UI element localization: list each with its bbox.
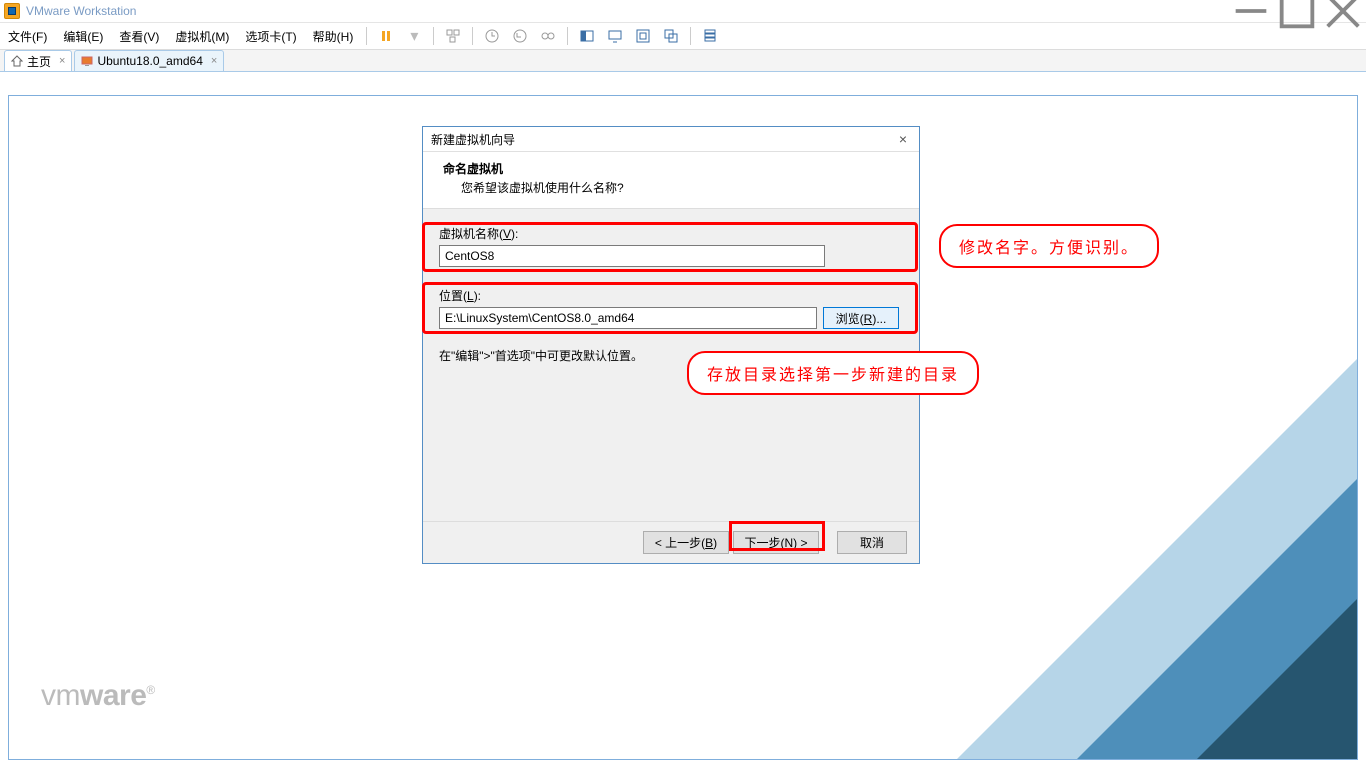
vm-name-input[interactable] [439, 245, 825, 267]
tab-vm1[interactable]: Ubuntu18.0_amd64 × [74, 50, 224, 71]
wizard-header-subtitle: 您希望该虚拟机使用什么名称? [461, 179, 899, 196]
menu-tabs[interactable]: 选项卡(T) [237, 23, 304, 49]
menu-help[interactable]: 帮助(H) [305, 23, 362, 49]
close-button[interactable] [1320, 0, 1366, 23]
dropdown-icon[interactable]: ▾ [403, 25, 425, 47]
menu-edit[interactable]: 编辑(E) [55, 23, 111, 49]
maximize-button[interactable] [1274, 0, 1320, 23]
revert-snapshot-icon[interactable] [509, 25, 531, 47]
tab-vm1-label: Ubuntu18.0_amd64 [97, 54, 202, 68]
fullscreen-icon[interactable] [632, 25, 654, 47]
close-icon[interactable]: × [59, 55, 65, 67]
browse-button[interactable]: 浏览(R)... [823, 307, 899, 329]
close-icon[interactable]: × [211, 55, 217, 67]
console-view-icon[interactable] [604, 25, 626, 47]
menu-view[interactable]: 查看(V) [111, 23, 167, 49]
app-icon [4, 3, 20, 19]
wizard-header-title: 命名虚拟机 [443, 160, 899, 177]
send-ctrl-alt-del-icon[interactable] [442, 25, 464, 47]
annotation-bubble-location: 存放目录选择第一步新建的目录 [687, 351, 979, 395]
back-button[interactable]: < 上一步(B) [643, 531, 729, 554]
fit-guest-icon[interactable] [576, 25, 598, 47]
next-button[interactable]: 下一步(N) > [733, 531, 819, 554]
annotation-bubble-name: 修改名字。方便识别。 [939, 224, 1159, 268]
vmware-logo: vmware® [41, 679, 155, 713]
location-input[interactable] [439, 307, 817, 329]
vm-name-label: 虚拟机名称(V): [439, 225, 903, 242]
tabstrip: 主页 × Ubuntu18.0_amd64 × [0, 50, 1366, 72]
tab-home-label: 主页 [27, 53, 51, 70]
location-label: 位置(L): [439, 287, 903, 304]
menubar: 文件(F) 编辑(E) 查看(V) 虚拟机(M) 选项卡(T) 帮助(H) ▾ [0, 23, 1366, 50]
library-icon[interactable] [699, 25, 721, 47]
manage-snapshot-icon[interactable] [537, 25, 559, 47]
unity-icon[interactable] [660, 25, 682, 47]
wizard-title: 新建虚拟机向导 [431, 131, 515, 148]
tab-home[interactable]: 主页 × [4, 50, 72, 71]
new-vm-wizard: 新建虚拟机向导 × 命名虚拟机 您希望该虚拟机使用什么名称? 虚拟机名称(V):… [422, 126, 920, 564]
cancel-button[interactable]: 取消 [837, 531, 907, 554]
minimize-button[interactable] [1228, 0, 1274, 23]
wizard-close-button[interactable]: × [895, 131, 911, 147]
home-panel: vmware® 新建虚拟机向导 × 命名虚拟机 您希望该虚拟机使用什么名称? 虚… [8, 95, 1358, 760]
play-icon[interactable] [375, 25, 397, 47]
window-title: VMware Workstation [26, 4, 136, 18]
vm-icon [81, 55, 93, 67]
snapshot-icon[interactable] [481, 25, 503, 47]
menu-file[interactable]: 文件(F) [0, 23, 55, 49]
window-titlebar: VMware Workstation [0, 0, 1366, 23]
home-icon [11, 55, 23, 67]
menu-vm[interactable]: 虚拟机(M) [167, 23, 237, 49]
